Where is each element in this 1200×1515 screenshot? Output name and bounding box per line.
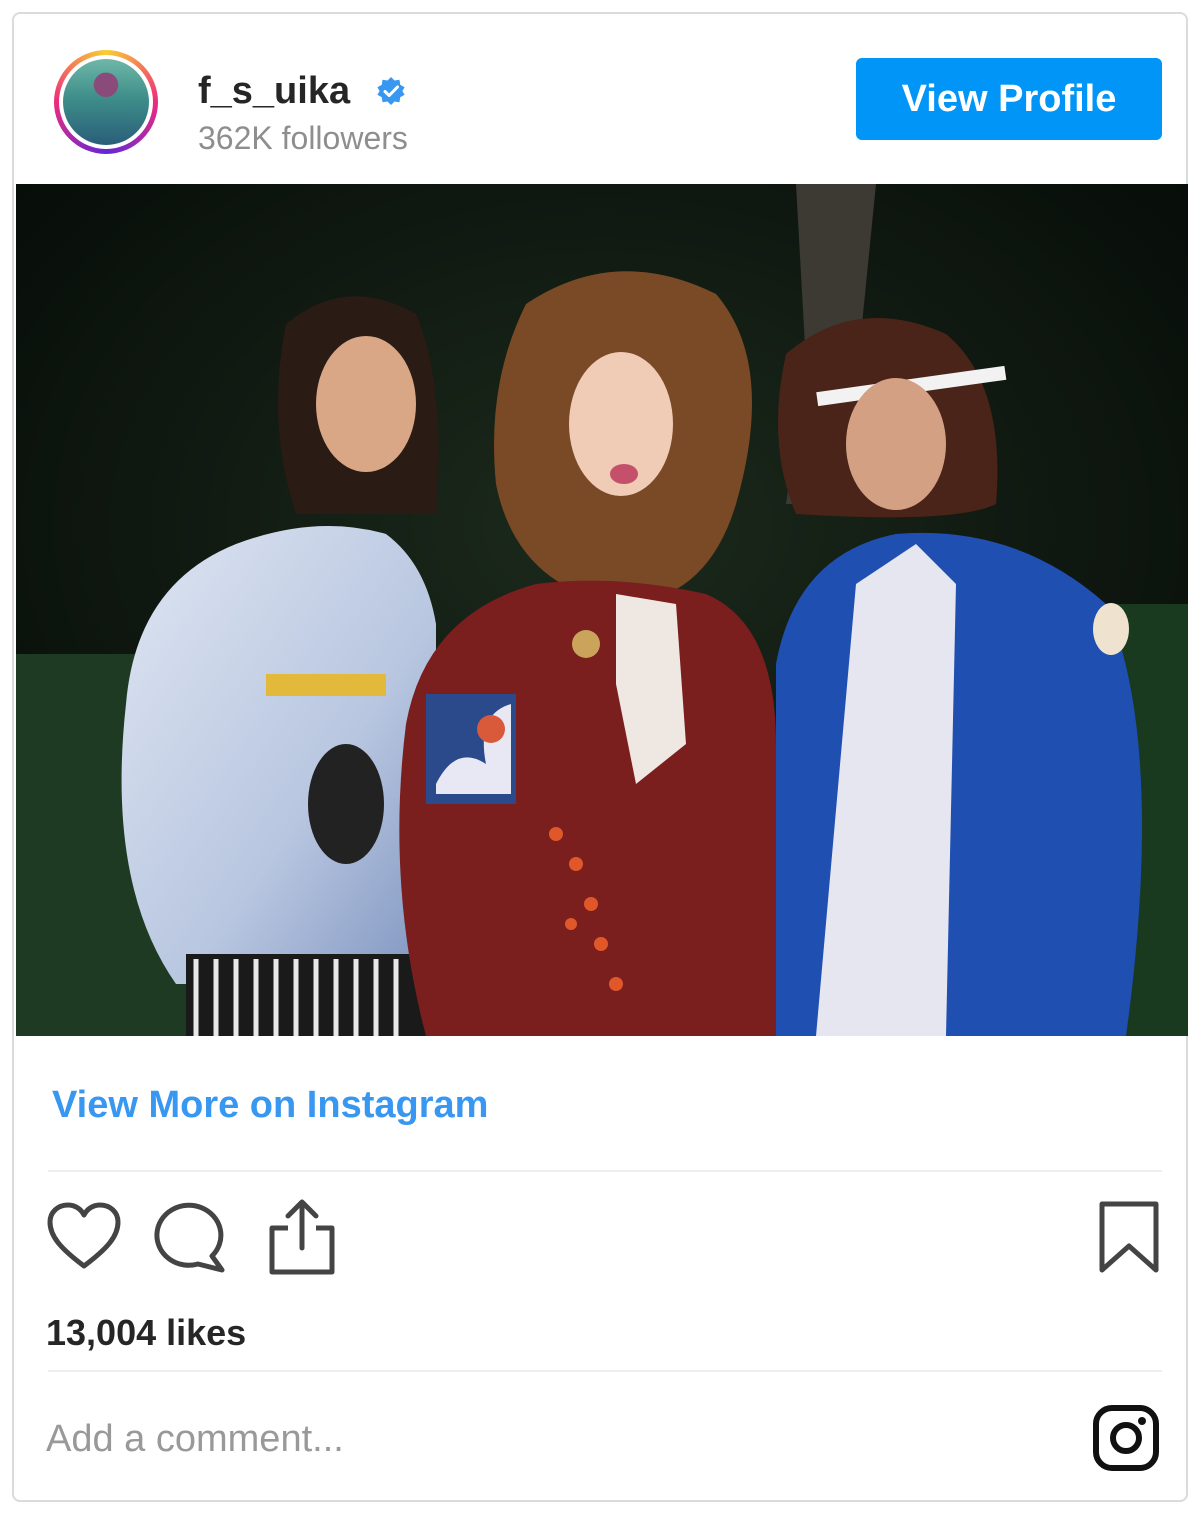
post-photo[interactable] <box>16 184 1188 1036</box>
add-comment-input[interactable]: Add a comment... <box>46 1418 344 1461</box>
heart-icon[interactable] <box>46 1202 122 1272</box>
comment-bubble-icon[interactable] <box>152 1200 230 1276</box>
avatar[interactable] <box>54 50 158 154</box>
avatar-image <box>63 59 149 145</box>
username[interactable]: f_s_uika <box>198 70 350 113</box>
divider <box>48 1170 1162 1172</box>
verified-badge-icon <box>377 77 405 105</box>
instagram-embed-card: f_s_uika 362K followers View Profile Vie… <box>12 12 1188 1502</box>
divider <box>48 1370 1162 1372</box>
follower-count: 362K followers <box>198 120 408 156</box>
bookmark-icon[interactable] <box>1098 1200 1160 1274</box>
like-count[interactable]: 13,004 likes <box>46 1312 246 1354</box>
post-photo-illustration <box>16 184 1188 1036</box>
view-more-link[interactable]: View More on Instagram <box>52 1084 488 1127</box>
instagram-logo-icon[interactable] <box>1092 1404 1160 1472</box>
view-profile-button[interactable]: View Profile <box>856 58 1162 140</box>
share-icon[interactable] <box>266 1196 338 1276</box>
